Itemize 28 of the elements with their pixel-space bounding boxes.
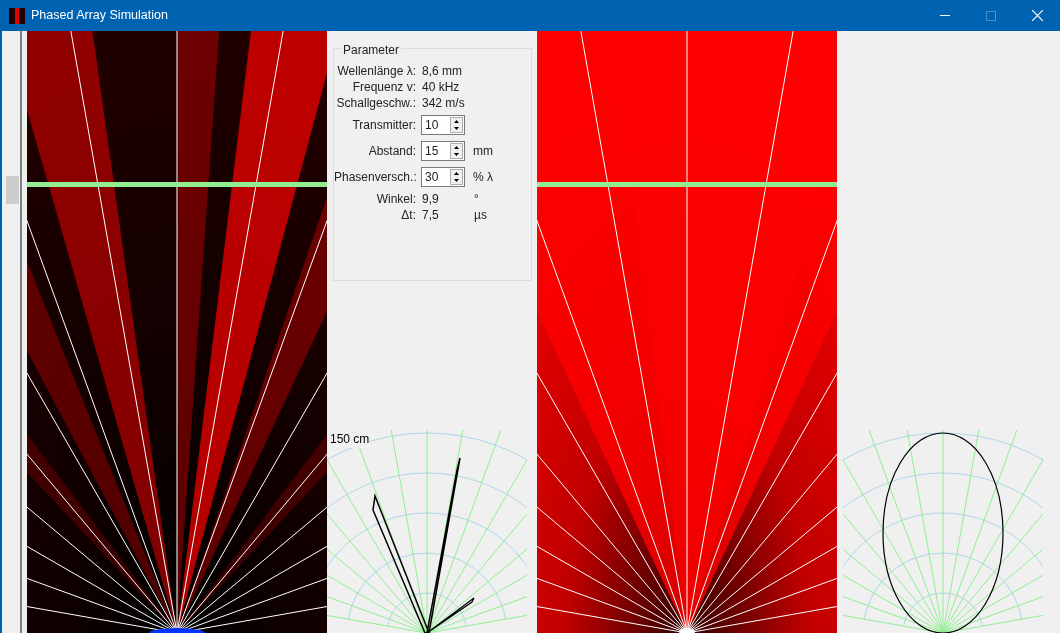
unit-label: ° — [474, 191, 479, 208]
spin-arrows-icon[interactable] — [450, 169, 463, 185]
spin-arrows-icon[interactable] — [450, 143, 463, 159]
app-icon — [9, 7, 25, 24]
unit-label: mm — [473, 143, 493, 160]
maximize-icon — [986, 10, 996, 21]
close-icon — [1031, 10, 1043, 21]
parameter-label: Transmitter: — [351, 117, 416, 134]
parameter-label: Abstand: — [367, 143, 416, 160]
vertical-slider[interactable] — [3, 31, 22, 633]
parameter-value: 8,6 mm — [422, 63, 463, 80]
parameter-label: Frequenz v: — [351, 79, 416, 96]
window-title: Phased Array Simulation — [31, 7, 168, 25]
parameter-label: Schallgeschw.: — [335, 95, 416, 112]
unit-label: % λ — [473, 169, 493, 186]
parameter-label: Phasenversch.: — [334, 169, 416, 186]
minimize-icon — [940, 15, 950, 16]
parameter-label: Wellenlänge λ: — [336, 63, 416, 80]
spin-arrows-icon[interactable] — [450, 117, 463, 133]
unit-label: µs — [474, 207, 487, 224]
parameter-value: 7,5 — [422, 207, 440, 224]
parameter-value: 40 kHz — [422, 79, 461, 96]
parameter-value: 9,9 — [422, 191, 440, 208]
parameter-label: Δt: — [400, 207, 416, 224]
parameter-label: Winkel: — [375, 191, 416, 208]
scale-label: 150 cm — [330, 430, 370, 448]
parameter-value: 342 m/s — [422, 95, 466, 112]
slider-thumb[interactable] — [6, 175, 19, 204]
